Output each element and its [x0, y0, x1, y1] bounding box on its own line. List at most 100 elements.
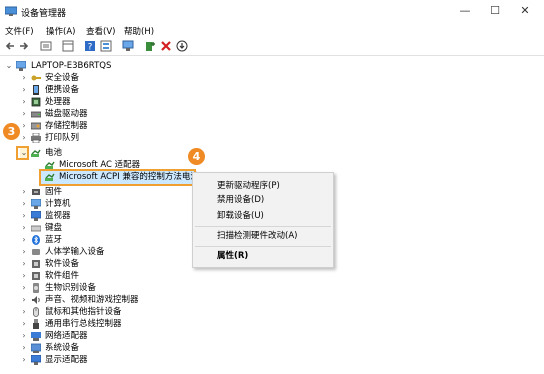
- processor-icon: [31, 97, 41, 107]
- title-bar: 设备管理器 — ☐ ✕: [0, 0, 544, 24]
- keyboard-icon: [31, 225, 41, 232]
- help-icon[interactable]: ?: [84, 40, 96, 52]
- tree-item-label: 安全设备: [45, 73, 80, 83]
- device-manager-icon: [5, 6, 17, 16]
- tree-item-portable-devices[interactable]: › 便携设备: [0, 84, 200, 96]
- tree-root[interactable]: ⌄ LAPTOP-E3B6RTQS: [0, 60, 200, 72]
- display-adapter-icon: [31, 355, 41, 365]
- tree-item-storage-controllers[interactable]: › 存储控制器: [0, 120, 200, 132]
- tree-item-sound-video[interactable]: › 声音、视频和游戏控制器: [0, 294, 200, 306]
- context-scan-hardware[interactable]: 扫描检测硬件改动(A): [193, 229, 333, 243]
- tree-item-monitors[interactable]: › 监视器: [0, 210, 200, 222]
- menu-file[interactable]: 文件(F): [5, 25, 34, 37]
- tree-item-label: 键盘: [45, 223, 63, 233]
- chevron-right-icon[interactable]: ›: [20, 270, 28, 282]
- tree-item-label: 生物识别设备: [45, 283, 97, 293]
- chevron-right-icon[interactable]: ›: [20, 108, 28, 120]
- tree-item-network-adapters[interactable]: › 网络适配器: [0, 330, 200, 342]
- tree-item-print-queues[interactable]: › 打印队列: [0, 132, 200, 144]
- tree-item-system-devices[interactable]: › 系统设备: [0, 342, 200, 354]
- tree-item-label: 计算机: [45, 199, 71, 209]
- system-device-icon: [31, 343, 41, 353]
- tree-item-label: 便携设备: [45, 85, 80, 95]
- chevron-right-icon[interactable]: ›: [20, 354, 28, 366]
- chevron-right-icon[interactable]: ›: [20, 330, 28, 342]
- window-title: 设备管理器: [21, 9, 67, 19]
- highlight-acpi-battery: [39, 169, 196, 186]
- portable-device-icon: [33, 85, 39, 95]
- tree-item-label: 通用串行总线控制器: [45, 319, 122, 329]
- battery-icon: [31, 149, 41, 157]
- back-arrow-icon[interactable]: [4, 40, 16, 52]
- tree-item-hid[interactable]: › 人体学输入设备: [0, 246, 200, 258]
- close-button[interactable]: ✕: [510, 0, 540, 22]
- maximize-button[interactable]: ☐: [480, 0, 510, 22]
- chevron-right-icon[interactable]: ›: [20, 246, 28, 258]
- storage-controller-icon: [31, 122, 41, 130]
- chevron-down-icon[interactable]: ⌄: [5, 60, 13, 72]
- remove-x-icon[interactable]: [160, 40, 172, 52]
- properties-sheet-icon[interactable]: [40, 40, 52, 52]
- chevron-right-icon[interactable]: ›: [20, 120, 28, 132]
- biometric-icon: [33, 283, 39, 293]
- tree-item-firmware[interactable]: › 固件: [0, 186, 200, 198]
- chevron-right-icon[interactable]: ›: [20, 198, 28, 210]
- chevron-right-icon[interactable]: ›: [20, 132, 28, 144]
- disk-drive-icon: [31, 111, 41, 118]
- context-item-label: 更新驱动程序(P): [217, 181, 280, 191]
- add-driver-icon[interactable]: [144, 40, 156, 52]
- tree-item-usb-controllers[interactable]: › 通用串行总线控制器: [0, 318, 200, 330]
- tree-item-processors[interactable]: › 处理器: [0, 96, 200, 108]
- context-update-driver[interactable]: 更新驱动程序(P): [193, 179, 333, 193]
- minimize-button[interactable]: —: [450, 0, 480, 22]
- forward-arrow-icon[interactable]: [18, 40, 30, 52]
- chevron-right-icon[interactable]: ›: [20, 306, 28, 318]
- menu-help[interactable]: 帮助(H): [124, 25, 154, 37]
- tree-item-disk-drives[interactable]: › 磁盘驱动器: [0, 108, 200, 120]
- hid-icon: [32, 249, 40, 255]
- tree-item-display-adapters[interactable]: › 显示适配器: [0, 354, 200, 366]
- speaker-icon: [32, 296, 40, 304]
- tree-item-software-components[interactable]: › 软件组件: [0, 270, 200, 282]
- context-item-label: 禁用设备(D): [217, 195, 265, 205]
- chevron-right-icon[interactable]: ›: [20, 294, 28, 306]
- tree-item-biometric[interactable]: › 生物识别设备: [0, 282, 200, 294]
- context-item-label: 卸载设备(U): [217, 211, 264, 221]
- menu-view[interactable]: 查看(V): [86, 25, 115, 37]
- security-key-icon: [31, 75, 41, 81]
- monitor-scan-icon[interactable]: [122, 40, 134, 52]
- tree-item-security-devices[interactable]: › 安全设备: [0, 72, 200, 84]
- context-uninstall-device[interactable]: 卸载设备(U): [193, 209, 333, 223]
- tree-item-batteries[interactable]: ⌄ 电池: [0, 147, 200, 159]
- bluetooth-icon: [32, 235, 40, 245]
- menu-bar: 文件(F) 操作(A) 查看(V) 帮助(H): [0, 24, 544, 38]
- monitor-icon: [31, 211, 41, 221]
- chevron-right-icon[interactable]: ›: [20, 318, 28, 330]
- chevron-right-icon[interactable]: ›: [20, 222, 28, 234]
- tree-item-mice[interactable]: › 鼠标和其他指针设备: [0, 306, 200, 318]
- tree-item-label: 显示适配器: [45, 355, 88, 365]
- tree-item-computer[interactable]: › 计算机: [0, 198, 200, 210]
- tree-item-bluetooth[interactable]: › 蓝牙: [0, 234, 200, 246]
- chevron-right-icon[interactable]: ›: [20, 84, 28, 96]
- tree-item-label: 蓝牙: [45, 235, 63, 245]
- chevron-right-icon[interactable]: ›: [20, 258, 28, 270]
- chevron-right-icon[interactable]: ›: [20, 282, 28, 294]
- context-menu: 更新驱动程序(P) 禁用设备(D) 卸载设备(U) 扫描检测硬件改动(A) 属性…: [192, 172, 334, 268]
- context-disable-device[interactable]: 禁用设备(D): [193, 193, 333, 207]
- menu-action[interactable]: 操作(A): [46, 25, 75, 37]
- mouse-icon: [33, 307, 39, 317]
- details-pane-icon[interactable]: [62, 40, 74, 52]
- chevron-right-icon[interactable]: ›: [20, 96, 28, 108]
- tree-item-software-devices[interactable]: › 软件设备: [0, 258, 200, 270]
- chevron-right-icon[interactable]: ›: [20, 72, 28, 84]
- chevron-right-icon[interactable]: ›: [20, 210, 28, 222]
- device-list-icon[interactable]: [100, 40, 112, 52]
- chevron-right-icon[interactable]: ›: [20, 342, 28, 354]
- tree-item-keyboards[interactable]: › 键盘: [0, 222, 200, 234]
- context-properties[interactable]: 属性(R): [193, 249, 333, 263]
- tree-item-label: 固件: [45, 187, 63, 197]
- chevron-right-icon[interactable]: ›: [20, 186, 28, 198]
- chevron-right-icon[interactable]: ›: [20, 234, 28, 246]
- download-icon[interactable]: [176, 40, 188, 52]
